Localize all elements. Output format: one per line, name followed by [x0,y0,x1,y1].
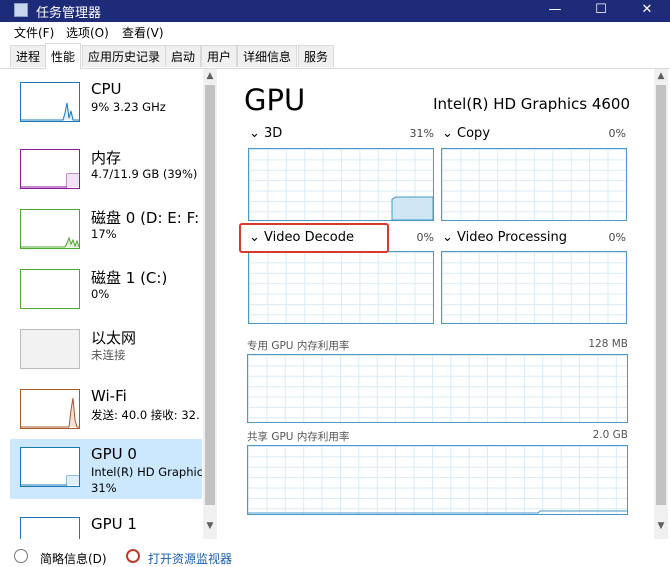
sidebar-item-name: 以太网 [91,329,137,347]
sidebar-item-gpu-1[interactable]: GPU 1 [10,509,202,539]
tab-app-history[interactable]: 应用历史记录 [82,45,167,67]
sidebar-item-detail: 未连接 [91,348,126,362]
main-scrollbar[interactable]: ▲ ▼ [654,69,668,539]
engine-3d-chart [248,148,434,221]
footer-bar: 简略信息(D) 打开资源监视器 [0,540,670,566]
menu-options[interactable]: 选项(O) [66,24,109,41]
engine-3d-graph [391,196,433,220]
gpu-panel: GPU Intel(R) HD Graphics 4600 ⌄ 3D 31% ⌄… [220,69,654,539]
sidebar-item-name: GPU 0 [91,445,137,463]
gpu-0-thumbnail-graph [21,475,79,486]
dedicated-memory-chart [247,354,628,423]
sidebar-item-disk-1[interactable]: 磁盘 1 (C:) 0% [10,261,202,321]
tab-bar: 进程 性能 应用历史记录 启动 用户 详细信息 服务 [0,42,670,69]
video-decode-highlight [239,223,389,253]
tab-startup[interactable]: 启动 [165,45,202,67]
wifi-thumbnail [20,389,80,429]
open-resource-monitor-link[interactable]: 打开资源监视器 [148,550,232,567]
engine-copy-label: Copy [457,126,491,141]
cpu-thumbnail-graph [21,102,79,121]
disk-1-thumbnail [20,269,80,309]
memory-thumbnail-graph [21,173,79,188]
engine-video-processing-percent: 0% [608,231,626,244]
sidebar-item-wifi[interactable]: Wi-Fi 发送: 40.0 接收: 32. [10,381,202,441]
memory-thumbnail [20,149,80,189]
shared-memory-value: 2.0 GB [592,429,628,441]
sidebar-item-name: 磁盘 0 (D: E: F: [91,209,200,227]
cpu-thumbnail [20,82,80,122]
engine-copy-percent: 0% [608,127,626,140]
sidebar-item-percent: 31% [91,481,117,495]
main-scrollbar-thumb[interactable] [656,85,666,505]
engine-video-decode-percent: 0% [416,231,434,244]
menu-view[interactable]: 查看(V) [122,24,164,41]
sidebar-item-memory[interactable]: 内存 4.7/11.9 GB (39%) [10,141,202,201]
ethernet-thumbnail [20,329,80,369]
tab-performance[interactable]: 性能 [45,43,82,69]
menu-file[interactable]: 文件(F) [14,24,54,41]
disk-0-thumbnail-graph [21,236,80,248]
sidebar-item-name: Wi-Fi [91,387,127,405]
engine-video-processing-label: Video Processing [457,230,568,245]
shared-memory-chart [247,445,628,515]
sidebar-item-detail: 4.7/11.9 GB (39%) [91,167,198,181]
engine-video-decode-chart [248,251,434,324]
sidebar-item-name: GPU 1 [91,515,137,533]
sidebar-item-detail: 17% [91,227,117,241]
sidebar-item-name: 磁盘 1 (C:) [91,269,168,287]
maximize-button[interactable]: ☐ [578,0,624,22]
gpu-model-name: Intel(R) HD Graphics 4600 [433,95,630,113]
tab-details[interactable]: 详细信息 [237,45,298,67]
engine-video-processing-selector[interactable]: ⌄ Video Processing [442,230,567,245]
sidebar-item-detail: 9% 3.23 GHz [91,100,166,114]
tab-processes[interactable]: 进程 [10,45,47,67]
sidebar-item-ethernet[interactable]: 以太网 未连接 [10,321,202,381]
engine-copy-selector[interactable]: ⌄ Copy [442,126,490,141]
scroll-down-icon[interactable]: ▼ [654,521,668,531]
sidebar-item-detail: Intel(R) HD Graphic [91,465,202,479]
sidebar-item-gpu-0[interactable]: GPU 0 Intel(R) HD Graphic 31% [10,439,202,499]
resource-sidebar: CPU 9% 3.23 GHz 内存 4.7/11.9 GB (39%) 磁盘 … [10,69,202,539]
sidebar-scrollbar[interactable]: ▲ ▼ [203,69,217,539]
dedicated-memory-value: 128 MB [588,338,628,350]
sidebar-item-detail: 发送: 40.0 接收: 32. [91,408,200,422]
engine-3d-percent: 31% [409,127,434,140]
title-bar: 任务管理器 — ☐ ✕ [0,0,670,22]
gpu-1-thumbnail [20,517,80,539]
scroll-up-icon[interactable]: ▲ [654,71,668,81]
engine-3d-label: 3D [264,126,283,141]
fewer-details-link[interactable]: 简略信息(D) [40,550,107,567]
engine-3d-selector[interactable]: ⌄ 3D [249,126,282,141]
gpu-0-thumbnail [20,447,80,487]
engine-video-processing-chart [441,251,627,324]
sidebar-item-cpu[interactable]: CPU 9% 3.23 GHz [10,74,202,134]
close-button[interactable]: ✕ [624,0,670,22]
disk-0-thumbnail [20,209,80,249]
minimize-button[interactable]: — [532,0,578,22]
window-title: 任务管理器 [36,6,102,21]
sidebar-item-detail: 0% [91,287,110,301]
shared-memory-graph [248,510,627,514]
engine-copy-chart [441,148,627,221]
tab-services[interactable]: 服务 [298,45,335,67]
tab-users[interactable]: 用户 [201,45,238,67]
scroll-down-icon[interactable]: ▼ [203,521,217,531]
dedicated-memory-label: 专用 GPU 内存利用率 [247,340,350,352]
task-manager-icon [14,3,28,17]
sidebar-item-disk-0[interactable]: 磁盘 0 (D: E: F: 17% [10,201,202,261]
sidebar-item-name: 内存 [91,149,122,167]
page-title: GPU [244,83,306,117]
sidebar-item-name: CPU [91,80,122,98]
menu-bar: 文件(F) 选项(O) 查看(V) [0,22,670,42]
shared-memory-label: 共享 GPU 内存利用率 [247,431,350,443]
scroll-up-icon[interactable]: ▲ [203,71,217,81]
wifi-thumbnail-graph [21,397,79,428]
sidebar-scrollbar-thumb[interactable] [205,85,215,505]
